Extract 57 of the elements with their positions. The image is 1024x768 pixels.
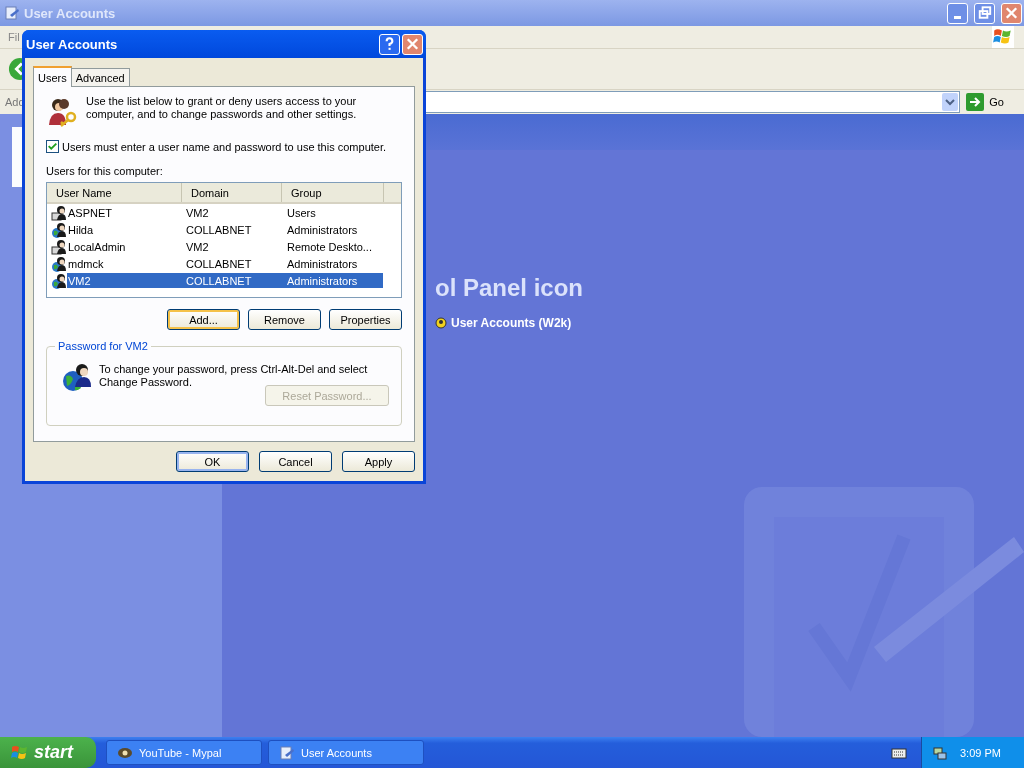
dialog-button[interactable]: Apply	[342, 451, 415, 472]
clock: 3:09 PM	[960, 746, 1001, 759]
taskbar-button[interactable]: User Accounts	[268, 740, 424, 765]
column-header[interactable]: User Name	[47, 183, 182, 202]
table-cell-text: ASPNET	[67, 206, 113, 219]
table-cell-text: mdmck	[67, 257, 105, 270]
list-button[interactable]: Add...	[167, 309, 240, 330]
table-cell-text: Administrators	[287, 223, 359, 236]
dropdown-icon[interactable]	[942, 93, 959, 111]
user-row[interactable]: mdmck COLLABNET Administrators	[67, 256, 383, 271]
table-cell-text: Hilda	[67, 223, 95, 236]
table-cell-text: COLLABNET	[186, 274, 253, 287]
window-title: User Accounts	[24, 5, 116, 21]
dialog-button[interactable]: Cancel	[259, 451, 332, 472]
network-icon[interactable]	[932, 744, 948, 761]
minimize-icon	[954, 15, 961, 19]
help-button[interactable]	[379, 33, 400, 55]
close-button[interactable]	[1001, 2, 1022, 24]
table-cell-text: Users	[287, 206, 317, 219]
list-label: Users for this computer:	[46, 165, 164, 177]
user-row[interactable]: LocalAdmin VM2 Remote Deskto...	[67, 239, 383, 254]
column-header[interactable]: Domain	[182, 183, 282, 202]
user-globe-icon	[61, 361, 93, 393]
table-cell-text: Administrators	[287, 274, 359, 287]
restore-button[interactable]	[974, 2, 995, 24]
control-panel-link[interactable]: User Accounts (W2k)	[451, 316, 572, 330]
checkbox-label: Users must enter a user name and password to use this computer.	[62, 140, 387, 153]
user-row[interactable]: VM2 COLLABNET Administrators	[67, 273, 383, 288]
close-button[interactable]	[402, 33, 423, 55]
list-button[interactable]: Remove	[248, 309, 321, 330]
window-icon	[4, 5, 20, 21]
minimize-button[interactable]	[947, 2, 968, 24]
intro-text: Use the list below to grant or deny users access to your computer, and to change passwords and other settings.	[86, 95, 358, 122]
table-cell-text: Remote Deskto...	[287, 240, 373, 253]
table-cell-text: COLLABNET	[186, 257, 253, 270]
login-checkbox[interactable]	[46, 140, 59, 153]
page-heading: ol Panel icon	[435, 274, 585, 302]
user-row[interactable]: Hilda COLLABNET Administrators	[67, 222, 383, 237]
tab[interactable]: Users	[33, 66, 72, 87]
table-cell-text: LocalAdmin	[67, 240, 127, 253]
taskbar-button[interactable]: YouTube - Mypal	[106, 740, 262, 765]
table-cell-text: COLLABNET	[186, 223, 253, 236]
group-title: Password for VM2	[55, 340, 151, 352]
tab[interactable]: Advanced	[70, 68, 130, 86]
window-icon	[279, 744, 295, 761]
table-cell-text: VM2	[186, 206, 210, 219]
table-cell-text: VM2	[67, 274, 92, 287]
go-button[interactable]: Go	[964, 93, 1024, 111]
windows-logo-icon	[992, 26, 1014, 48]
dialog-button[interactable]: OK	[176, 451, 249, 472]
dialog-title: User Accounts	[26, 36, 118, 52]
user-row[interactable]: ASPNET VM2 Users	[67, 205, 383, 220]
table-cell-text: Administrators	[287, 257, 359, 270]
list-button[interactable]: Properties	[329, 309, 402, 330]
keyboard-icon[interactable]	[891, 746, 907, 759]
column-header[interactable]: Group	[282, 183, 384, 202]
table-cell-text: VM2	[186, 240, 210, 253]
